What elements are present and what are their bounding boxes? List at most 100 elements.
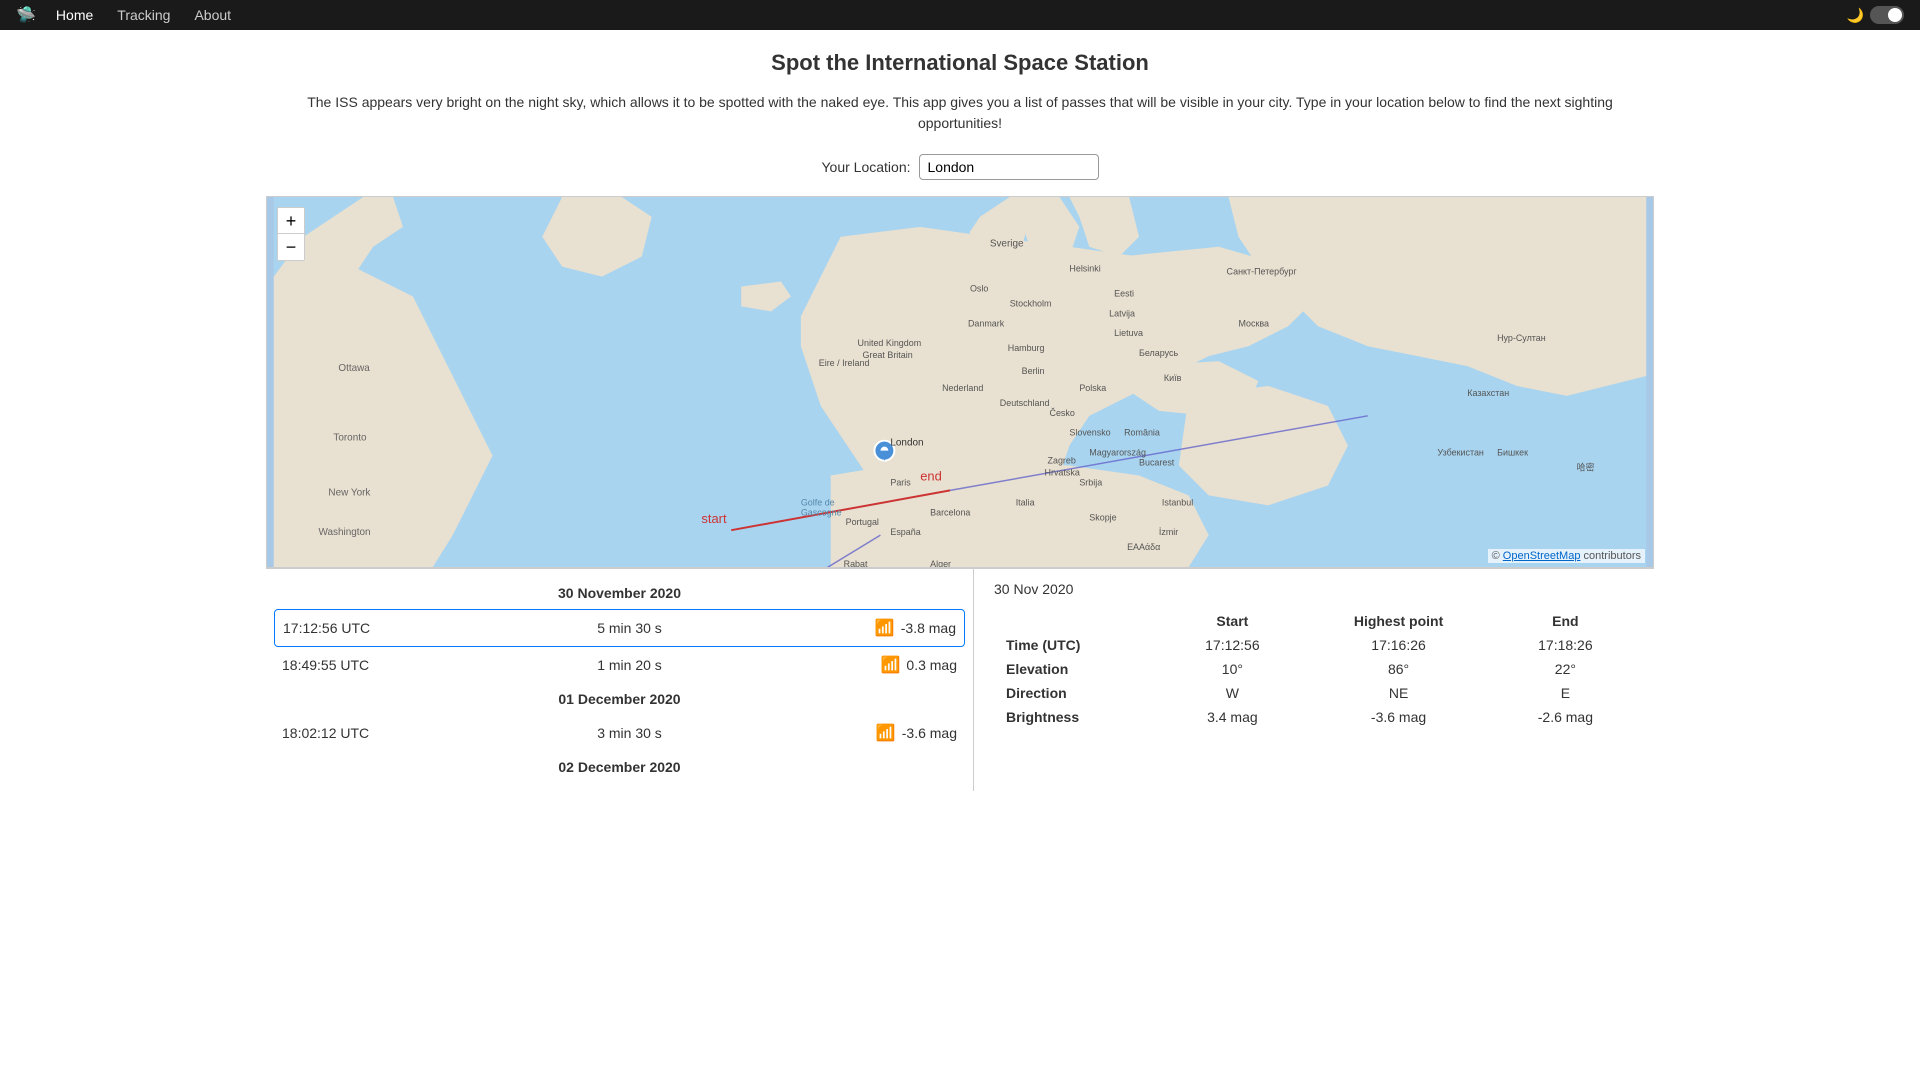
- zoom-out-button[interactable]: −: [278, 234, 304, 260]
- pass-row[interactable]: 18:49:55 UTC 1 min 20 s 📶 0.3 mag: [266, 647, 973, 683]
- location-label: Your Location:: [822, 159, 911, 175]
- zoom-in-button[interactable]: +: [278, 208, 304, 234]
- svg-text:Nederland: Nederland: [942, 383, 983, 393]
- map-svg: start end Ottawa Toronto New York Washin…: [267, 197, 1653, 567]
- svg-text:London: London: [890, 438, 923, 449]
- detail-time-start: 17:12:56: [1164, 633, 1300, 657]
- svg-text:Helsinki: Helsinki: [1069, 264, 1100, 274]
- svg-text:start: start: [701, 511, 727, 526]
- detail-direction-start: W: [1164, 681, 1300, 705]
- pass-list: 30 November 2020 17:12:56 UTC 5 min 30 s…: [266, 569, 974, 791]
- svg-text:Бишкек: Бишкек: [1497, 448, 1528, 458]
- signal-icon: 📶: [880, 655, 900, 675]
- detail-elevation-highest: 86°: [1300, 657, 1496, 681]
- svg-text:Barcelona: Barcelona: [930, 507, 970, 517]
- svg-text:Bucarest: Bucarest: [1139, 458, 1175, 468]
- svg-text:Казахстан: Казахстан: [1467, 388, 1509, 398]
- detail-label: Direction: [994, 681, 1164, 705]
- svg-text:Sverige: Sverige: [990, 239, 1024, 250]
- svg-text:Eire / Ireland: Eire / Ireland: [819, 358, 870, 368]
- pass-brightness-area: 📶 -3.8 mag: [836, 618, 956, 638]
- svg-text:Portugal: Portugal: [846, 517, 879, 527]
- date-header-3: 02 December 2020: [266, 751, 973, 783]
- svg-text:Italia: Italia: [1016, 497, 1035, 507]
- detail-time-end: 17:18:26: [1497, 633, 1634, 657]
- main-content: Spot the International Space Station The…: [250, 30, 1670, 811]
- nav-about[interactable]: About: [182, 0, 243, 30]
- svg-text:Golfe de: Golfe de: [801, 497, 835, 507]
- page-description: The ISS appears very bright on the night…: [266, 92, 1654, 134]
- svg-text:Skopje: Skopje: [1089, 512, 1116, 522]
- svg-text:Беларусь: Беларусь: [1139, 348, 1178, 358]
- svg-text:Санкт-Петербург: Санкт-Петербург: [1227, 267, 1297, 277]
- lower-section: 30 November 2020 17:12:56 UTC 5 min 30 s…: [266, 568, 1654, 791]
- svg-text:ΕΑΑάδα: ΕΑΑάδα: [1127, 542, 1160, 552]
- detail-row-time: Time (UTC) 17:12:56 17:16:26 17:18:26: [994, 633, 1634, 657]
- svg-text:România: România: [1124, 428, 1160, 438]
- detail-label: Brightness: [994, 705, 1164, 729]
- navbar: 🛸 Home Tracking About 🌙: [0, 0, 1920, 30]
- svg-text:Hamburg: Hamburg: [1008, 343, 1045, 353]
- detail-panel: 30 Nov 2020 Start Highest point End Time…: [974, 569, 1654, 791]
- svg-text:Gascogne: Gascogne: [801, 507, 842, 517]
- location-input[interactable]: [919, 154, 1099, 180]
- pass-brightness: 0.3 mag: [906, 657, 957, 673]
- svg-text:Київ: Київ: [1164, 373, 1182, 383]
- pass-duration: 1 min 20 s: [430, 657, 829, 673]
- detail-row-brightness: Brightness 3.4 mag -3.6 mag -2.6 mag: [994, 705, 1634, 729]
- detail-col-start: Start: [1164, 609, 1300, 633]
- svg-text:United Kingdom: United Kingdom: [858, 338, 922, 348]
- location-row: Your Location:: [266, 154, 1654, 180]
- pass-brightness-area: 📶 0.3 mag: [837, 655, 957, 675]
- pass-row[interactable]: 18:02:12 UTC 3 min 30 s 📶 -3.6 mag: [266, 715, 973, 751]
- pass-row[interactable]: 17:12:56 UTC 5 min 30 s 📶 -3.8 mag: [274, 609, 965, 647]
- svg-text:Узбекистан: Узбекистан: [1437, 448, 1483, 458]
- map-attribution: © OpenStreetMap © OpenStreetMap contribu…: [1488, 549, 1645, 563]
- detail-table: Start Highest point End Time (UTC) 17:12…: [994, 609, 1634, 729]
- svg-text:Oslo: Oslo: [970, 283, 988, 293]
- svg-text:Srbija: Srbija: [1079, 477, 1102, 487]
- pass-brightness: -3.8 mag: [901, 620, 956, 636]
- moon-icon: 🌙: [1847, 7, 1864, 24]
- pass-duration: 3 min 30 s: [430, 725, 829, 741]
- svg-text:Istanbul: Istanbul: [1162, 497, 1193, 507]
- pass-duration: 5 min 30 s: [431, 620, 828, 636]
- nav-home[interactable]: Home: [44, 0, 105, 30]
- detail-elevation-end: 22°: [1497, 657, 1634, 681]
- pass-brightness: -3.6 mag: [902, 725, 957, 741]
- svg-text:Danmark: Danmark: [968, 318, 1005, 328]
- svg-text:Alger: Alger: [930, 559, 951, 567]
- svg-text:Berlin: Berlin: [1022, 366, 1045, 376]
- svg-text:Hrvatska: Hrvatska: [1045, 467, 1080, 477]
- svg-text:Toronto: Toronto: [333, 433, 367, 444]
- svg-text:Eesti: Eesti: [1114, 288, 1134, 298]
- svg-text:Stockholm: Stockholm: [1010, 298, 1052, 308]
- brand-icon: 🛸: [16, 5, 36, 25]
- map-container: + −: [266, 196, 1654, 568]
- nav-tracking[interactable]: Tracking: [105, 0, 182, 30]
- svg-text:Česko: Česko: [1050, 408, 1075, 418]
- detail-elevation-start: 10°: [1164, 657, 1300, 681]
- dark-mode-toggle[interactable]: [1870, 6, 1904, 24]
- detail-brightness-end: -2.6 mag: [1497, 705, 1634, 729]
- detail-direction-highest: NE: [1300, 681, 1496, 705]
- svg-text:Ottawa: Ottawa: [338, 363, 370, 374]
- svg-text:New York: New York: [328, 487, 370, 498]
- detail-direction-end: E: [1497, 681, 1634, 705]
- osm-link[interactable]: OpenStreetMap: [1503, 550, 1581, 562]
- svg-text:Нур-Султан: Нур-Султан: [1497, 333, 1546, 343]
- detail-row-direction: Direction W NE E: [994, 681, 1634, 705]
- svg-text:İzmir: İzmir: [1159, 527, 1178, 537]
- svg-text:Deutschland: Deutschland: [1000, 398, 1050, 408]
- date-header-1: 30 November 2020: [266, 577, 973, 609]
- detail-time-highest: 17:16:26: [1300, 633, 1496, 657]
- detail-brightness-start: 3.4 mag: [1164, 705, 1300, 729]
- svg-text:Slovensko: Slovensko: [1069, 428, 1110, 438]
- detail-col-highest: Highest point: [1300, 609, 1496, 633]
- svg-text:Great Britain: Great Britain: [863, 350, 913, 360]
- pass-time: 18:49:55 UTC: [282, 657, 422, 673]
- detail-col-end: End: [1497, 609, 1634, 633]
- svg-text:Zagreb: Zagreb: [1048, 456, 1076, 466]
- svg-text:Москва: Москва: [1238, 318, 1269, 328]
- dark-mode-toggle-area: 🌙: [1847, 6, 1904, 24]
